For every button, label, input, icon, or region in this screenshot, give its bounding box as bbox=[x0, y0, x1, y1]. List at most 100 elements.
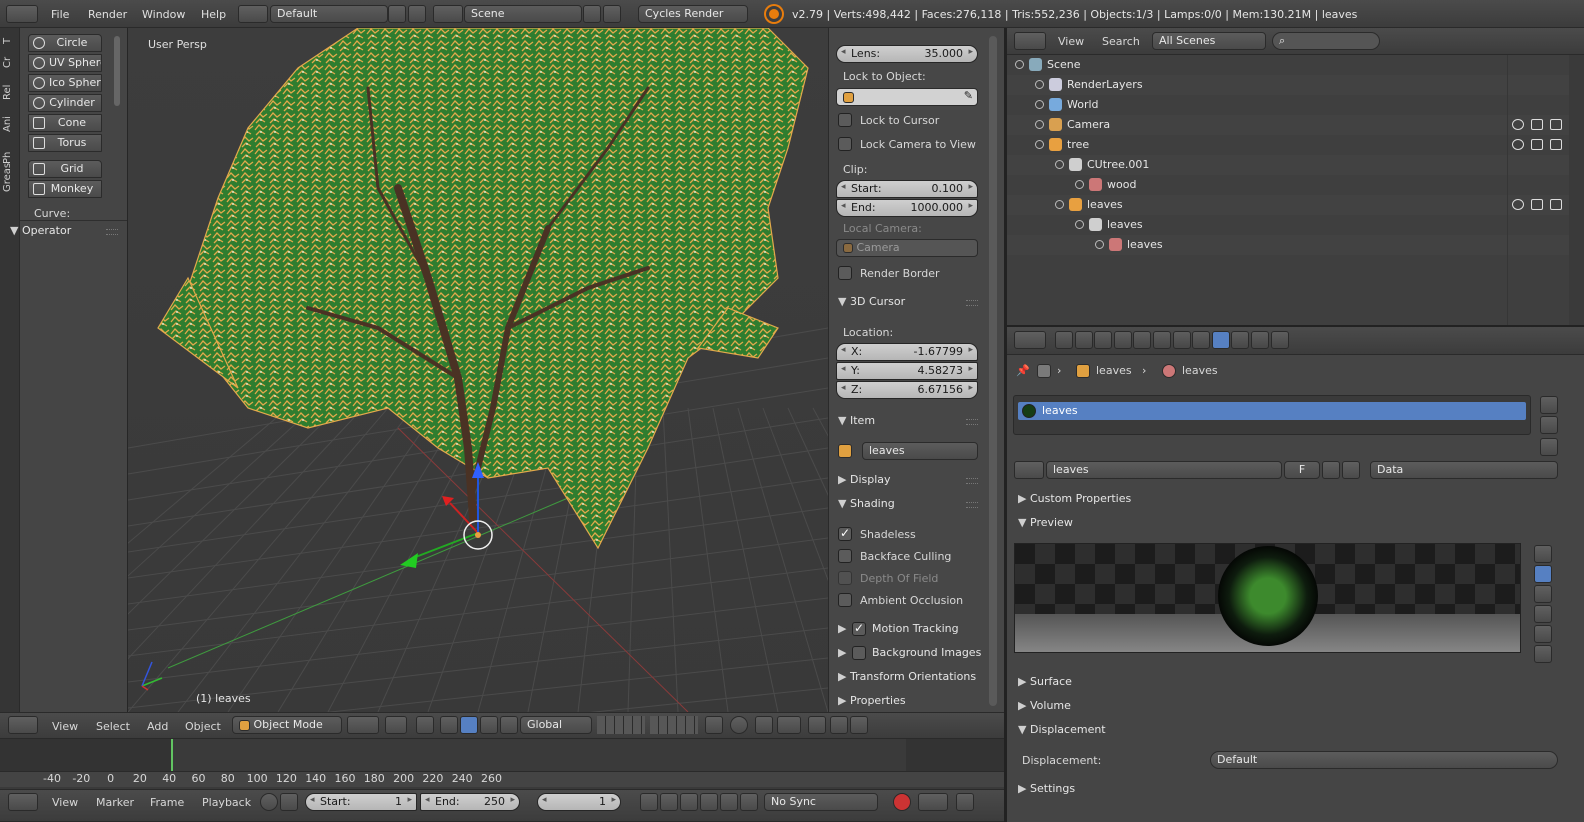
outliner-menu-view[interactable]: View bbox=[1058, 35, 1084, 48]
transform-orientation-select[interactable]: Global bbox=[520, 716, 592, 734]
outliner-menu-search[interactable]: Search bbox=[1102, 35, 1140, 48]
tab-render-layers-icon[interactable] bbox=[1074, 331, 1093, 349]
expand-toggle-icon[interactable] bbox=[1035, 120, 1044, 129]
fake-user-button[interactable]: F bbox=[1284, 461, 1320, 479]
tab-scene-icon[interactable] bbox=[1094, 331, 1113, 349]
outliner-row[interactable]: leaves bbox=[1007, 195, 1569, 215]
tab-material-icon[interactable] bbox=[1211, 331, 1230, 349]
menu-render[interactable]: Render bbox=[88, 0, 127, 28]
manipulator-toggle-icon[interactable] bbox=[416, 716, 434, 734]
tab-constraints-icon[interactable] bbox=[1153, 331, 1171, 349]
scale-manipulator-icon[interactable] bbox=[480, 716, 498, 734]
3d-viewport[interactable]: User Persp (1) leaves bbox=[128, 28, 828, 712]
expand-toggle-icon[interactable] bbox=[1095, 240, 1104, 249]
render-opengl-icon[interactable] bbox=[830, 716, 848, 734]
snap-element-icon[interactable] bbox=[777, 716, 801, 734]
eye-icon[interactable] bbox=[1512, 119, 1524, 130]
timeline-menu-view[interactable]: View bbox=[52, 796, 78, 809]
cursor-y-field[interactable]: Y:4.58273 bbox=[836, 362, 978, 380]
add-torus-button[interactable]: Torus bbox=[28, 134, 102, 152]
screen-layout-field[interactable]: Default bbox=[270, 5, 388, 23]
outliner-row[interactable]: CUtree.001 bbox=[1007, 155, 1569, 175]
translate-manipulator-icon[interactable] bbox=[440, 716, 458, 734]
material-link-select[interactable]: Data bbox=[1370, 461, 1558, 479]
add-grid-button[interactable]: Grid bbox=[28, 160, 102, 178]
outliner-row[interactable]: wood bbox=[1007, 175, 1569, 195]
shadeless-checkbox[interactable] bbox=[838, 526, 852, 541]
eye-icon[interactable] bbox=[1512, 199, 1524, 210]
tool-tab-3[interactable]: Ani bbox=[2, 116, 13, 132]
tab-particles-icon[interactable] bbox=[1251, 331, 1269, 349]
outliner-row[interactable]: World bbox=[1007, 95, 1569, 115]
next-keyframe-icon[interactable] bbox=[720, 793, 738, 811]
tab-data-icon[interactable] bbox=[1192, 331, 1211, 349]
properties-panel-header[interactable]: ▶ Properties bbox=[838, 694, 906, 707]
clip-start-field[interactable]: Start:0.100 bbox=[836, 180, 978, 198]
editor-type-info-icon[interactable] bbox=[6, 5, 38, 23]
scene-icon[interactable] bbox=[433, 5, 463, 23]
render-camera-icon[interactable] bbox=[1550, 199, 1562, 210]
remove-slot-button[interactable] bbox=[1540, 416, 1558, 434]
tab-texture-icon[interactable] bbox=[1231, 331, 1250, 349]
manipulator-extra-icon[interactable] bbox=[500, 716, 518, 734]
menu-add[interactable]: Add bbox=[147, 720, 168, 733]
jump-end-icon[interactable] bbox=[740, 793, 758, 811]
outliner-row[interactable]: tree bbox=[1007, 135, 1569, 155]
scene-field[interactable]: Scene bbox=[464, 5, 582, 23]
pivot-point-icon[interactable] bbox=[385, 716, 407, 734]
ambient-occlusion-checkbox[interactable] bbox=[838, 593, 852, 607]
tool-shelf-scrollbar[interactable] bbox=[114, 36, 120, 106]
tab-render-icon[interactable] bbox=[1055, 331, 1073, 349]
tab-object-icon[interactable] bbox=[1133, 331, 1152, 349]
operator-panel-header[interactable]: ▼ Operator bbox=[10, 224, 71, 237]
tool-tab-1[interactable]: Cr bbox=[2, 57, 13, 68]
new-material-button[interactable] bbox=[1322, 461, 1340, 479]
material-name-field[interactable]: leaves bbox=[1046, 461, 1282, 479]
outliner-row[interactable]: Scene bbox=[1007, 55, 1569, 75]
preview-range-icon[interactable] bbox=[260, 793, 278, 811]
scene-add-button[interactable] bbox=[583, 5, 601, 23]
backface-culling-checkbox[interactable] bbox=[838, 549, 852, 563]
slot-specials-button[interactable] bbox=[1540, 438, 1558, 456]
add-uv-sphere-button[interactable]: UV Sphere bbox=[28, 54, 102, 72]
menu-view[interactable]: View bbox=[52, 720, 78, 733]
tab-world-icon[interactable] bbox=[1113, 331, 1132, 349]
layers-grid-2[interactable] bbox=[650, 716, 698, 734]
lock-time-icon[interactable] bbox=[280, 793, 298, 811]
play-icon[interactable] bbox=[700, 793, 718, 811]
add-cone-button[interactable]: Cone bbox=[28, 114, 102, 132]
add-circle-button[interactable]: Circle bbox=[28, 34, 102, 52]
pin-icon[interactable]: 📌 bbox=[1016, 364, 1030, 377]
frame-end-field[interactable]: End:250 bbox=[420, 793, 520, 811]
preview-sphere-icon[interactable] bbox=[1534, 565, 1552, 583]
editor-type-outliner-icon[interactable] bbox=[1014, 32, 1046, 50]
breadcrumb-material[interactable]: leaves bbox=[1182, 364, 1218, 377]
add-cylinder-button[interactable]: Cylinder bbox=[28, 94, 102, 112]
render-camera-icon[interactable] bbox=[1550, 139, 1562, 150]
outliner-search-input[interactable]: ⌕ bbox=[1272, 32, 1380, 50]
timeline-menu-frame[interactable]: Frame bbox=[150, 796, 184, 809]
snap-target-icon[interactable] bbox=[808, 716, 826, 734]
breadcrumb-object[interactable]: leaves bbox=[1096, 364, 1132, 377]
viewport-shading-icon[interactable] bbox=[347, 716, 379, 734]
tab-modifiers-icon[interactable] bbox=[1172, 331, 1191, 349]
editor-type-properties-icon[interactable] bbox=[1014, 331, 1046, 349]
panel-drag-handle-icon[interactable] bbox=[966, 300, 978, 306]
panel-drag-handle-icon[interactable] bbox=[966, 478, 978, 484]
outliner-scrollbar[interactable] bbox=[1569, 55, 1584, 325]
menu-object[interactable]: Object bbox=[185, 720, 221, 733]
expand-toggle-icon[interactable] bbox=[1075, 220, 1084, 229]
lock-camera-checkbox[interactable] bbox=[838, 137, 852, 151]
background-images-panel-header[interactable]: ▶ bbox=[838, 646, 850, 659]
outliner-row[interactable]: leaves bbox=[1007, 215, 1569, 235]
proportional-edit-icon[interactable] bbox=[730, 716, 748, 734]
volume-panel-header[interactable]: ▶ Volume bbox=[1018, 699, 1071, 712]
cursor-select-icon[interactable] bbox=[1531, 119, 1543, 130]
expand-toggle-icon[interactable] bbox=[1015, 60, 1024, 69]
motion-tracking-panel-header[interactable]: ▶ bbox=[838, 622, 850, 635]
menu-help[interactable]: Help bbox=[201, 0, 226, 28]
timeline-menu-playback[interactable]: Playback bbox=[202, 796, 251, 809]
cursor-select-icon[interactable] bbox=[1531, 139, 1543, 150]
menu-window[interactable]: Window bbox=[142, 0, 185, 28]
cursor-select-icon[interactable] bbox=[1531, 199, 1543, 210]
